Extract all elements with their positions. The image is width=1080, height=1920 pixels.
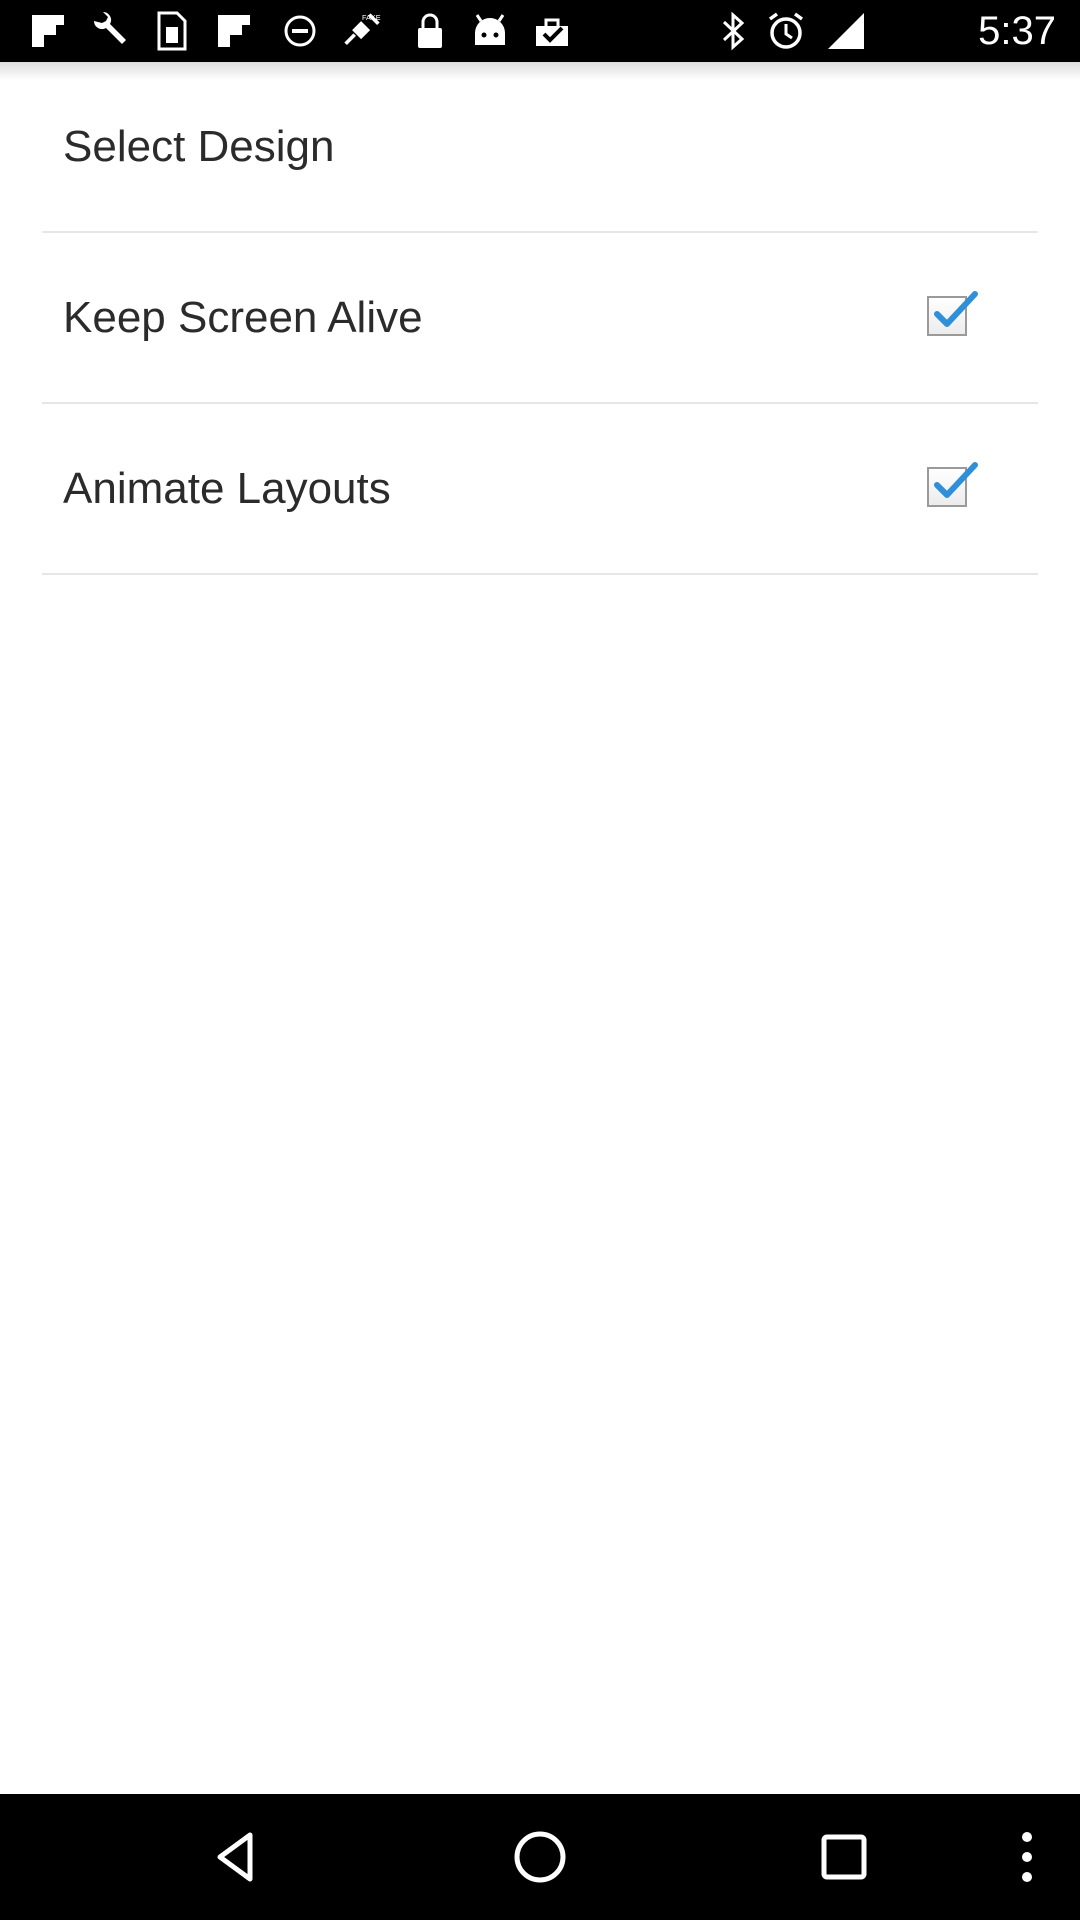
setting-animate-layouts[interactable]: Animate Layouts [42,404,1038,575]
bluetooth-icon [714,11,754,51]
setting-label: Keep Screen Alive [63,292,423,342]
flipboard-icon [214,11,254,51]
lock-icon [410,11,450,51]
setting-label: Animate Layouts [63,463,391,513]
svg-text:FAKE: FAKE [362,13,381,22]
flipboard-icon [28,11,68,51]
setting-select-design[interactable]: Select Design [42,62,1038,233]
blocked-icon [280,11,320,51]
android-icon [470,11,510,51]
navigation-bar [0,1794,1080,1920]
fake-gps-icon: FAKE [342,11,382,51]
keep-screen-alive-checkbox[interactable] [927,291,978,336]
checkmark-icon [934,291,978,327]
home-icon[interactable] [500,1817,580,1897]
animate-layouts-checkbox[interactable] [927,462,978,507]
back-icon[interactable] [196,1817,276,1897]
checkmark-icon [934,462,978,498]
settings-list: Select Design Keep Screen Alive Animate … [0,62,1080,575]
alarm-icon [766,11,806,51]
status-time: 5:37 [978,9,1056,53]
wrench-icon [88,11,128,51]
status-bar: FAKE 5:37 [0,0,1080,62]
signal-icon [826,11,866,51]
recents-icon[interactable] [804,1817,884,1897]
setting-label: Select Design [63,121,335,171]
sim-card-icon [152,11,192,51]
setting-keep-screen-alive[interactable]: Keep Screen Alive [42,233,1038,404]
check-bag-icon [532,11,572,51]
overflow-menu-icon[interactable] [987,1817,1067,1897]
